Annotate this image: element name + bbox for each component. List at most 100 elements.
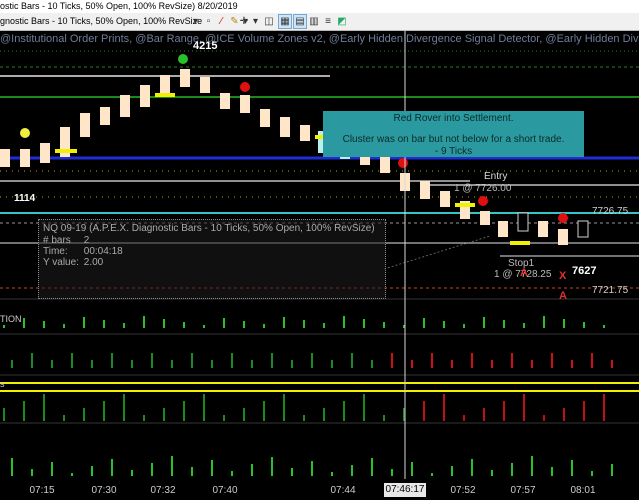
candle bbox=[558, 229, 568, 245]
candle bbox=[140, 85, 150, 107]
indicator-bar bbox=[63, 324, 65, 328]
yellow-marker bbox=[455, 203, 475, 207]
signal-x-marker: X bbox=[559, 270, 567, 282]
indicator-bar bbox=[323, 323, 325, 328]
indicator-bar bbox=[151, 463, 153, 476]
high-price-label: 4215 bbox=[193, 40, 218, 52]
indicator-bar bbox=[163, 319, 165, 328]
indicator-bar bbox=[143, 415, 145, 421]
candle bbox=[260, 109, 270, 127]
indicator-bar bbox=[303, 415, 305, 421]
price-label-7726: 7726.75 bbox=[592, 206, 629, 217]
indicator-bar bbox=[351, 465, 353, 476]
time-tick: 07:40 bbox=[212, 485, 238, 496]
indicator-bar bbox=[191, 353, 193, 368]
note-box[interactable]: Red Rover into Settlement. Cluster was o… bbox=[323, 111, 584, 157]
crosshair-menu-icon[interactable]: ▾ bbox=[251, 15, 260, 28]
indicator-bar bbox=[471, 353, 473, 368]
info-bars-value: 2 bbox=[83, 235, 90, 246]
note-line-3: - 9 Ticks bbox=[434, 146, 473, 157]
time-tick: 07:30 bbox=[91, 485, 117, 496]
indicator-bar bbox=[51, 462, 53, 476]
time-axis: 07:15 07:30 07:32 07:40 07:44 07:52 07:5… bbox=[0, 479, 639, 500]
indicator-bar bbox=[503, 320, 505, 328]
indicator-bar bbox=[571, 360, 573, 368]
indicator-bar bbox=[183, 322, 185, 328]
indicator-bar bbox=[431, 353, 433, 368]
indicator-bar bbox=[303, 320, 305, 328]
candle bbox=[300, 125, 310, 141]
line-tool-icon[interactable]: ⁄ bbox=[216, 15, 227, 28]
instrument-selector[interactable]: gnostic Bars - 10 Ticks, 50% Open, 100% … bbox=[0, 15, 205, 28]
indicator-bar bbox=[343, 401, 345, 421]
time-tick: 07:32 bbox=[150, 485, 176, 496]
panel-label: TION bbox=[0, 314, 22, 324]
indicator-bar bbox=[391, 353, 393, 368]
price-chart[interactable]: @Institutional Order Prints, @Bar Range,… bbox=[0, 31, 639, 479]
indicator-bar bbox=[311, 461, 313, 476]
indicator-bar bbox=[283, 394, 285, 421]
indicator-bar bbox=[351, 353, 353, 368]
indicator-bar bbox=[83, 317, 85, 328]
indicator-bar bbox=[423, 318, 425, 328]
entry-label[interactable]: Entry bbox=[484, 171, 507, 182]
indicator-bar bbox=[483, 317, 485, 328]
indicator-bar bbox=[531, 360, 533, 368]
candle bbox=[120, 95, 130, 117]
data-box-icon[interactable]: ▤ bbox=[293, 14, 307, 29]
window-title: ostic Bars - 10 Ticks, 50% Open, 100% Re… bbox=[0, 0, 639, 13]
candle bbox=[0, 149, 10, 167]
indicator-bar bbox=[243, 408, 245, 421]
last-price-label: 7627 bbox=[572, 265, 597, 277]
indicator-bar bbox=[51, 360, 53, 368]
indicator-bar bbox=[491, 470, 493, 476]
indicator-bar bbox=[563, 408, 565, 421]
yellow-marker bbox=[510, 241, 530, 245]
candle bbox=[220, 93, 230, 109]
indicator-bar bbox=[363, 394, 365, 421]
indicator-bar bbox=[31, 353, 33, 368]
chart-toolbar: gnostic Bars - 10 Ticks, 50% Open, 100% … bbox=[0, 13, 639, 31]
green-star-marker bbox=[178, 54, 188, 64]
indicator-bar bbox=[91, 360, 93, 368]
signal-a-marker: A bbox=[520, 267, 528, 279]
note-line-2: Cluster was on bar but not below for a s… bbox=[342, 134, 565, 145]
indicator-bar bbox=[11, 458, 13, 476]
indicator-bar bbox=[223, 415, 225, 421]
yellow-x-marker bbox=[20, 128, 30, 138]
drawing-tool-icon[interactable]: ▫ bbox=[203, 15, 214, 28]
draw-line bbox=[383, 235, 491, 270]
indicator-bar bbox=[131, 470, 133, 476]
indicator-bar bbox=[23, 318, 25, 328]
info-y-value: 2.00 bbox=[83, 257, 104, 268]
template-icon[interactable]: ▦ bbox=[278, 14, 292, 29]
indicator-bar bbox=[591, 471, 593, 476]
crosshair-icon[interactable]: ✛ bbox=[238, 15, 250, 28]
indicator-bar bbox=[543, 316, 545, 328]
bar-type-icon[interactable]: ▾ bbox=[191, 15, 200, 28]
indicator-bar bbox=[603, 325, 605, 328]
panel-label-2: s bbox=[0, 379, 5, 389]
time-tick: 07:52 bbox=[450, 485, 476, 496]
indicator-bar bbox=[251, 464, 253, 476]
indicator-bar bbox=[371, 360, 373, 368]
strategies-icon[interactable]: ◩ bbox=[336, 15, 348, 28]
indicators-icon[interactable]: ≡ bbox=[322, 15, 334, 28]
indicator-bar bbox=[611, 464, 613, 476]
cursor-time-label: 07:46:17 bbox=[384, 483, 426, 497]
indicator-bar bbox=[171, 360, 173, 368]
properties-icon[interactable]: ▥ bbox=[308, 15, 320, 28]
candle bbox=[240, 95, 250, 113]
indicator-bar bbox=[603, 394, 605, 421]
info-title: NQ 09-19 (A.P.E.X. Diagnostic Bars - 10 … bbox=[43, 223, 375, 234]
indicator-bar bbox=[411, 462, 413, 476]
time-tick: 07:44 bbox=[330, 485, 356, 496]
candle bbox=[380, 157, 390, 173]
indicator-bar bbox=[551, 467, 553, 476]
candle bbox=[40, 143, 50, 163]
info-time-key: Time: bbox=[43, 246, 68, 257]
indicator-bar bbox=[311, 353, 313, 368]
indicator-bar bbox=[203, 394, 205, 421]
chart-trader-icon[interactable]: ◫ bbox=[263, 15, 275, 28]
indicator-bar bbox=[283, 317, 285, 328]
